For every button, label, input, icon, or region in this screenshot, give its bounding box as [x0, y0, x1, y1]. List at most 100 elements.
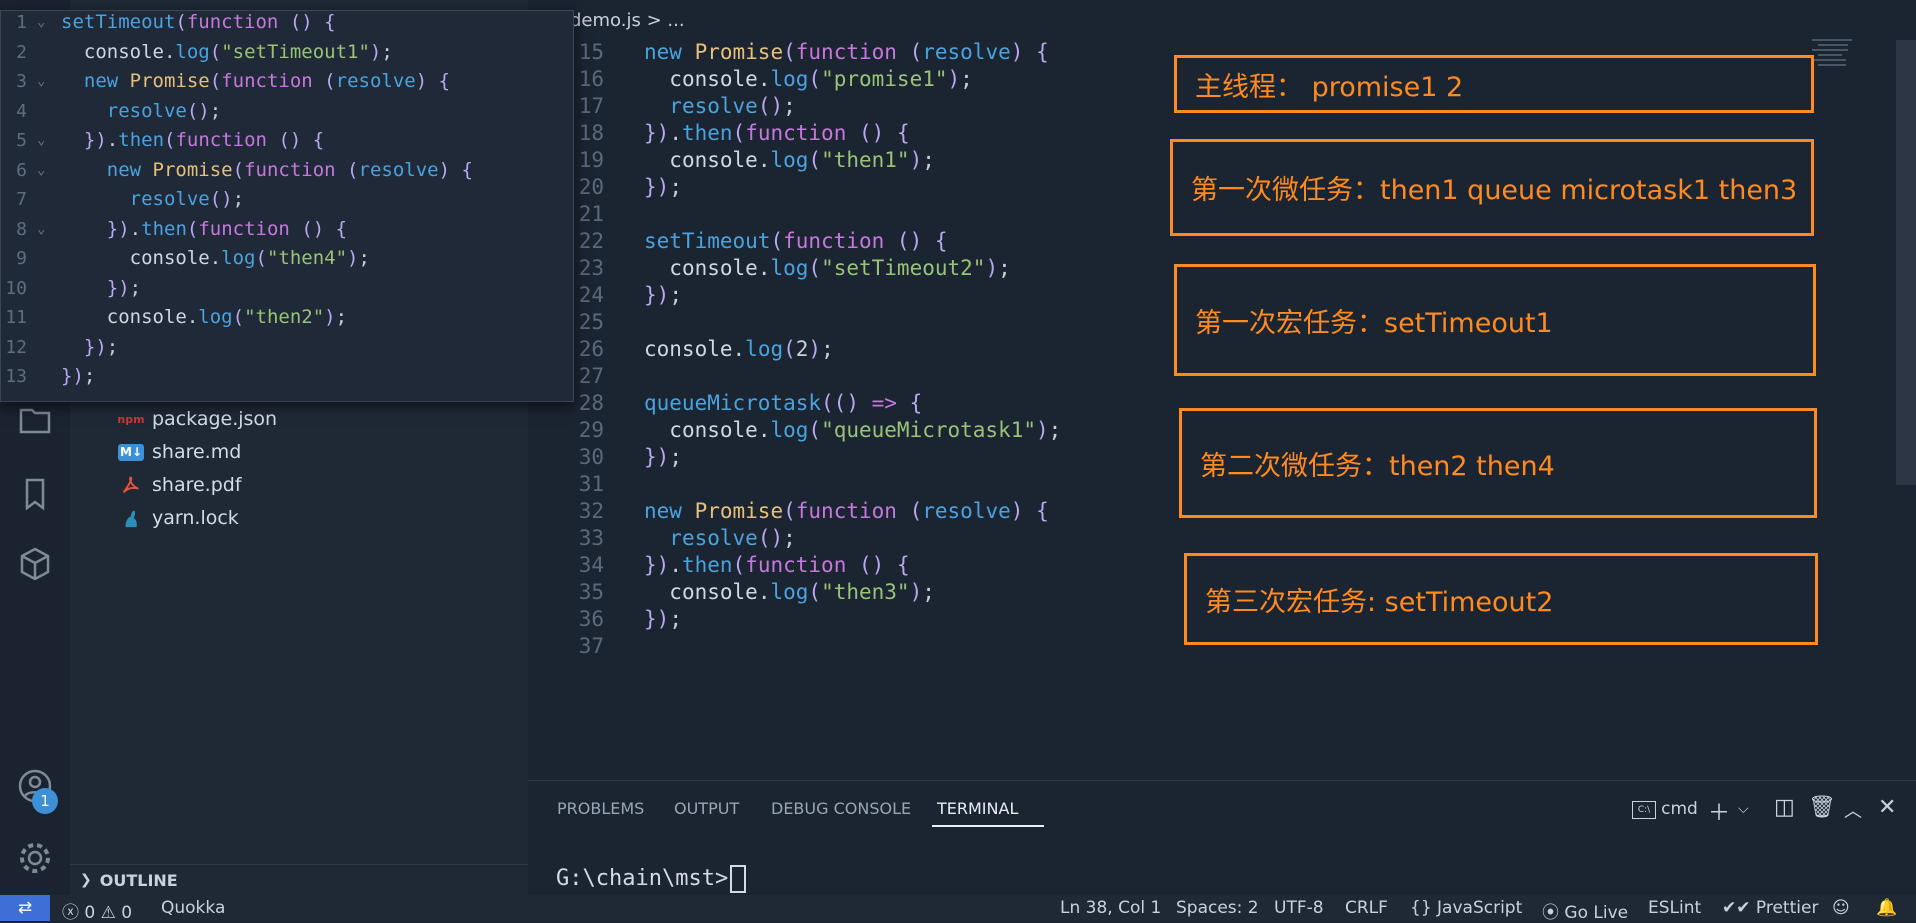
line-number: 2	[16, 41, 27, 63]
chevron-right-icon: ❯	[80, 872, 92, 888]
line-number: 5	[16, 130, 27, 151]
error-count: 0	[84, 903, 96, 923]
tab-problems[interactable]: PROBLEMS	[557, 799, 644, 818]
notifications-bell-icon[interactable]: 🔔	[1876, 898, 1897, 918]
file-item-share-pdf[interactable]: share.pdf	[118, 470, 242, 500]
code-text: console.log("setTimeout1");	[83, 40, 393, 63]
peek-line: 7 resolve();	[1, 185, 573, 214]
breadcrumb-rest[interactable]: ...	[667, 10, 684, 31]
fold-chevron-icon[interactable]: ⌄	[37, 132, 45, 148]
code-text: new Promise(function (resolve) {	[106, 158, 473, 181]
prettier-status[interactable]: ✔✔ Prettier	[1722, 898, 1818, 918]
yarn-icon	[118, 507, 144, 529]
go-live-label: Go Live	[1564, 903, 1629, 923]
chevron-up-icon[interactable]: ︿	[1844, 797, 1862, 823]
peek-line: 12 });	[1, 333, 573, 362]
code-text: console.log("then4");	[129, 247, 370, 269]
terminal-prompt-line[interactable]: G:\chain\mst>	[556, 865, 747, 893]
file-name: yarn.lock	[152, 507, 239, 529]
pdf-icon	[118, 474, 144, 496]
language-mode[interactable]: {} JavaScript	[1410, 898, 1522, 918]
file-name: share.pdf	[152, 474, 242, 496]
tab-terminal[interactable]: TERMINAL	[937, 799, 1018, 818]
code-text: console.log("then2");	[106, 306, 348, 328]
chevron-down-icon[interactable]: ⌵	[1738, 801, 1749, 817]
account-badge: 1	[32, 788, 58, 814]
settings-gear-icon[interactable]	[15, 838, 55, 878]
peek-line: 10 });	[1, 274, 573, 303]
outline-section-header[interactable]: ❯ OUTLINE	[70, 864, 528, 895]
indentation-status[interactable]: Spaces: 2	[1176, 898, 1259, 918]
trash-icon[interactable]: 🗑	[1808, 795, 1836, 820]
new-terminal-plus-icon[interactable]: ＋	[1708, 795, 1730, 827]
fold-chevron-icon[interactable]: ⌄	[37, 14, 45, 30]
file-name: package.json	[152, 408, 278, 430]
remote-indicator-icon[interactable]: ⇄	[0, 895, 50, 921]
file-name: share.md	[152, 441, 242, 463]
breadcrumb[interactable]: demo.js > ...	[570, 10, 685, 31]
line-number: 6	[16, 159, 27, 181]
eol-status[interactable]: CRLF	[1345, 898, 1388, 918]
code-text: });	[61, 365, 96, 387]
code-text: setTimeout(function () {	[61, 11, 336, 33]
note-first-macrotask: 第一次宏任务：setTimeout1	[1174, 264, 1816, 376]
line-number: 10	[5, 277, 27, 299]
problems-status[interactable]: ⓧ 0 ⚠ 0	[62, 898, 132, 923]
cursor-position[interactable]: Ln 38, Col 1	[1060, 898, 1161, 918]
line-number: 12	[5, 336, 27, 358]
quokka-status[interactable]: Quokka	[161, 898, 225, 918]
double-check-icon: ✔✔	[1722, 898, 1751, 918]
encoding-status[interactable]: UTF-8	[1274, 898, 1324, 918]
terminal-cursor	[730, 865, 747, 893]
eslint-status[interactable]: ESLint	[1648, 898, 1701, 918]
hover-peek-popup: 1 setTimeout(function () { 2 console.log("…	[0, 10, 574, 402]
code-text: new Promise(function (resolve) {	[83, 70, 451, 92]
tab-debug-console[interactable]: DEBUG CONSOLE	[771, 799, 911, 818]
file-item-yarn-lock[interactable]: yarn.lock	[118, 503, 239, 533]
code-text: }).then(function () {	[83, 129, 325, 151]
peek-line: 5 }).then(function () {	[1, 126, 573, 155]
terminal-shell-selector[interactable]: C:\ cmd	[1632, 799, 1698, 819]
peek-line: 11 console.log("then2");	[1, 303, 573, 332]
code-text: });	[106, 276, 142, 299]
bookmark-icon[interactable]	[15, 474, 55, 514]
line-number: 7	[16, 189, 27, 210]
terminal-icon: C:\	[1632, 800, 1656, 819]
fold-chevron-icon[interactable]: ⌄	[37, 221, 45, 237]
fold-chevron-icon[interactable]: ⌄	[37, 73, 45, 89]
editor-scrollbar[interactable]	[1896, 40, 1916, 485]
file-item-package-json[interactable]: npm package.json	[117, 404, 278, 434]
line-number: 3	[16, 71, 27, 92]
warning-count: 0	[121, 903, 133, 923]
file-item-share-md[interactable]: M↓ share.md	[118, 437, 241, 467]
peek-line: 4 resolve();	[1, 97, 573, 126]
explorer-icon[interactable]	[15, 400, 55, 440]
breadcrumb-file[interactable]: demo.js	[570, 10, 641, 31]
go-live-button[interactable]: ⦿ Go Live	[1542, 898, 1628, 923]
braces-icon: {}	[1410, 898, 1432, 918]
split-terminal-icon[interactable]: ◫	[1774, 795, 1795, 820]
note-main-thread: 主线程： promise1 2	[1174, 55, 1814, 113]
note-third-macrotask: 第三次宏任务: setTimeout2	[1184, 553, 1818, 645]
peek-line: 13});	[1, 362, 573, 391]
line-number: 8	[16, 218, 27, 240]
shell-name: cmd	[1661, 799, 1698, 819]
markdown-icon: M↓	[118, 443, 144, 461]
code-text: resolve();	[129, 188, 245, 210]
code-text: resolve();	[106, 99, 222, 122]
fold-chevron-icon[interactable]: ⌄	[37, 162, 45, 178]
tab-output[interactable]: OUTPUT	[674, 799, 739, 818]
line-number: 9	[16, 248, 27, 269]
minimap[interactable]	[1812, 36, 1888, 116]
outline-label: OUTLINE	[99, 870, 178, 890]
prettier-label: Prettier	[1755, 898, 1819, 918]
feedback-icon[interactable]: ☺	[1832, 898, 1850, 918]
line-number: 13	[5, 366, 27, 387]
language-name: JavaScript	[1437, 898, 1523, 918]
close-panel-icon[interactable]: ✕	[1878, 795, 1896, 820]
line-number: 1	[16, 12, 27, 33]
extension-cube-icon[interactable]	[15, 544, 55, 584]
terminal-prompt: G:\chain\mst>	[556, 866, 729, 891]
status-bar: ⇄ ⓧ 0 ⚠ 0 Quokka Ln 38, Col 1 Spaces: 2 …	[0, 895, 1916, 923]
line-number: 4	[16, 100, 27, 122]
